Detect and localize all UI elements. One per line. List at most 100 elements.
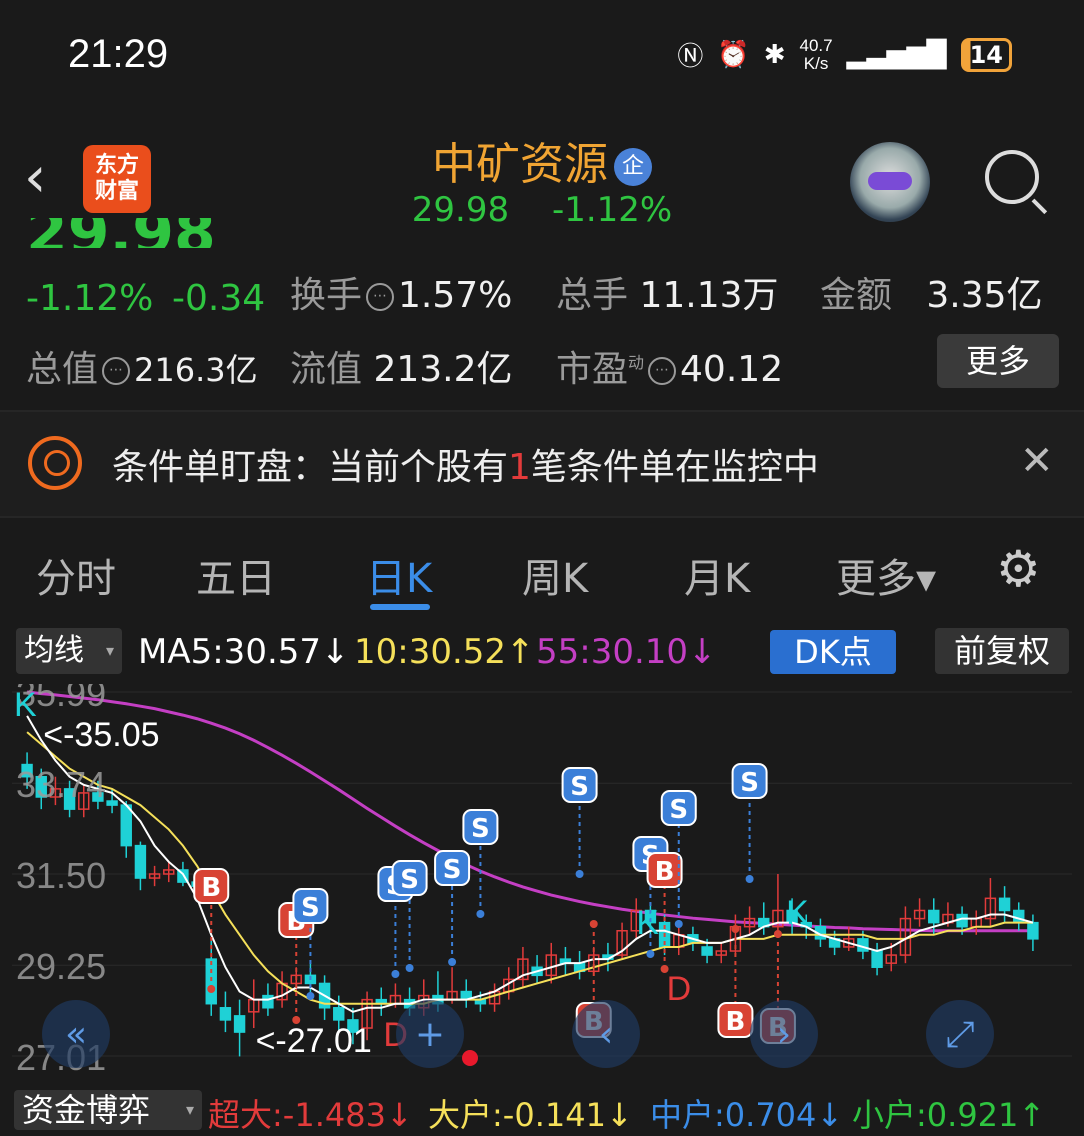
gear-icon[interactable]: ⚙ xyxy=(996,540,1041,598)
dk-point-button[interactable]: DK点 xyxy=(770,630,896,674)
status-time: 21:29 xyxy=(68,32,169,76)
close-icon[interactable]: ✕ xyxy=(1020,438,1054,484)
sell-signal-dot xyxy=(745,875,754,883)
y-tick-label: 29.25 xyxy=(16,946,106,987)
fund-flow-selector[interactable]: 资金博弈 xyxy=(14,1090,202,1130)
ma-selector[interactable]: 均线 xyxy=(16,628,122,674)
y-tick-label: 31.50 xyxy=(16,855,106,896)
buy-signal-letter: B xyxy=(655,857,675,887)
candle-body xyxy=(871,950,883,968)
header-price-value: 29.98 xyxy=(411,190,510,230)
candle-body xyxy=(120,804,132,847)
signal-icon: ▂▃▅▆█ xyxy=(846,39,947,70)
ma5-value: MA5:30.57↓ xyxy=(138,632,350,672)
sell-signal-dot xyxy=(575,870,584,878)
sell-signal-dot xyxy=(674,920,683,928)
add-button-glyph: + xyxy=(415,1014,445,1055)
tab-intraday[interactable]: 分时 xyxy=(36,546,116,604)
candle-body xyxy=(701,946,713,956)
candle-body xyxy=(333,1007,345,1021)
quote-panel: -1.12% -0.34 换手 ⋯ 1.57% 总手 11.13万 金额 3.35亿… xyxy=(0,250,1084,410)
chart-tabs: 分时 五日 日K 周K 月K 更多▾ ⚙ xyxy=(0,518,1084,622)
sell-signal-dot xyxy=(405,964,414,972)
candle-body xyxy=(233,1015,246,1033)
robot-assistant-avatar[interactable] xyxy=(850,142,930,222)
net-speed: 40.7 K/s xyxy=(799,35,833,73)
sell-signal-letter: S xyxy=(669,795,688,825)
status-bar: 21:29 Ⓝ ⏰ ✱ 40.7 K/s ▂▃▅▆█ 14 xyxy=(0,0,1084,110)
prev-page-button-glyph: « xyxy=(65,1014,87,1055)
alarm-icon: ⏰ xyxy=(717,39,750,70)
k-signal: K xyxy=(786,894,809,932)
candles xyxy=(21,752,1039,1057)
change-abs: -0.34 xyxy=(172,278,266,319)
enterprise-badge: 企 xyxy=(614,148,652,186)
stock-name: 中矿资源 xyxy=(432,139,608,190)
bluetooth-icon: ✱ xyxy=(763,39,786,70)
sell-signal-dot xyxy=(448,958,457,966)
chart-controls: « + ‹ › ⤢ xyxy=(42,1000,994,1068)
candle-body xyxy=(134,844,147,879)
sell-signal-letter: S xyxy=(301,893,320,923)
tab-monthly-k[interactable]: 月K xyxy=(684,546,750,604)
condition-text: 条件单盯盘：当前个股有1笔条件单在监控中 xyxy=(112,447,819,488)
y-tick-label: 33.74 xyxy=(16,764,106,805)
amount-stat: 金额 3.35亿 xyxy=(820,275,1043,316)
buy-signal-letter: B xyxy=(201,873,221,903)
candle-body xyxy=(219,1007,232,1021)
buy-signal-letter: B xyxy=(726,1007,746,1037)
info-icon: ⋯ xyxy=(102,357,131,385)
tab-daily-k[interactable]: 日K xyxy=(366,546,432,604)
volume-stat: 总手 11.13万 xyxy=(556,275,779,316)
sell-signal-dot xyxy=(646,950,655,958)
big-price-partial: 29.98 xyxy=(26,218,226,248)
fullscreen-button-glyph: ⤢ xyxy=(946,1014,975,1055)
fund-super: 超大:-1.483↓ xyxy=(208,1096,413,1134)
more-quote-button[interactable]: 更多 xyxy=(937,334,1059,388)
candle-body xyxy=(262,994,274,1009)
turnover-stat[interactable]: 换手 ⋯ 1.57% xyxy=(290,266,512,318)
ma55-value: 55:30.10↓ xyxy=(536,632,717,672)
ma55-path xyxy=(26,690,1033,933)
nfc-icon: Ⓝ xyxy=(677,42,704,72)
condition-order-banner[interactable]: 条件单盯盘：当前个股有1笔条件单在监控中 ✕ xyxy=(0,412,1084,516)
info-icon: ⋯ xyxy=(648,357,677,385)
condition-monitor-icon xyxy=(28,436,82,490)
pe-stat[interactable]: 市盈动 ⋯ 40.12 xyxy=(556,340,783,392)
buy-signal-dot xyxy=(731,925,740,933)
header-change-pct: -1.12% xyxy=(551,190,673,230)
active-tab-indicator xyxy=(370,604,430,610)
float-cap-stat: 流值 213.2亿 xyxy=(290,349,513,390)
buy-signal-dot xyxy=(292,1016,301,1024)
sell-signal-dot xyxy=(391,970,400,978)
candle-body xyxy=(998,897,1011,912)
candle-body xyxy=(1027,921,1039,940)
info-icon: ⋯ xyxy=(366,283,395,311)
sell-signal-letter: S xyxy=(400,865,419,895)
tab-five-day[interactable]: 五日 xyxy=(196,546,276,604)
candle-body xyxy=(928,909,940,924)
sell-signal-letter: S xyxy=(740,768,759,798)
fund-small: 小户:0.921↑ xyxy=(852,1096,1046,1134)
ma10-value: 10:30.52↑ xyxy=(354,632,535,672)
change-pct: -1.12% xyxy=(26,278,154,319)
ma-indicator-bar: 均线 MA5:30.57↓ 10:30.52↑ 55:30.10↓ DK点 前复… xyxy=(0,626,1084,682)
fund-medium: 中户:0.704↓ xyxy=(650,1096,844,1134)
fund-large: 大户:-0.141↓ xyxy=(428,1096,633,1134)
total-cap-stat[interactable]: 总值 ⋯ 216.3亿 xyxy=(26,340,258,392)
tab-weekly-k[interactable]: 周K xyxy=(522,546,588,604)
high-annotation: <-35.05 xyxy=(43,716,159,754)
k-signal: K xyxy=(636,904,659,942)
candle-body xyxy=(205,958,217,1005)
buy-signal-dot xyxy=(207,985,216,993)
back-button-glyph: ‹ xyxy=(599,1014,613,1055)
forward-adjust-button[interactable]: 前复权 xyxy=(935,628,1069,674)
low-annotation: <-27.01 xyxy=(256,1022,372,1060)
status-icons: Ⓝ ⏰ ✱ 40.7 K/s ▂▃▅▆█ 14 xyxy=(677,36,1012,73)
d-signal: D xyxy=(667,970,692,1008)
fund-flow-bar: 资金博弈 超大:-1.483↓ 大户:-0.141↓ 中户:0.704↓ 小户:… xyxy=(0,1086,1084,1134)
buy-signal-dot xyxy=(773,930,782,938)
tab-more[interactable]: 更多▾ xyxy=(836,546,936,604)
candlestick-chart[interactable]: 35.9933.7431.5029.2527.01<-35.05<-27.01 … xyxy=(12,684,1072,1080)
search-icon[interactable] xyxy=(985,150,1039,204)
